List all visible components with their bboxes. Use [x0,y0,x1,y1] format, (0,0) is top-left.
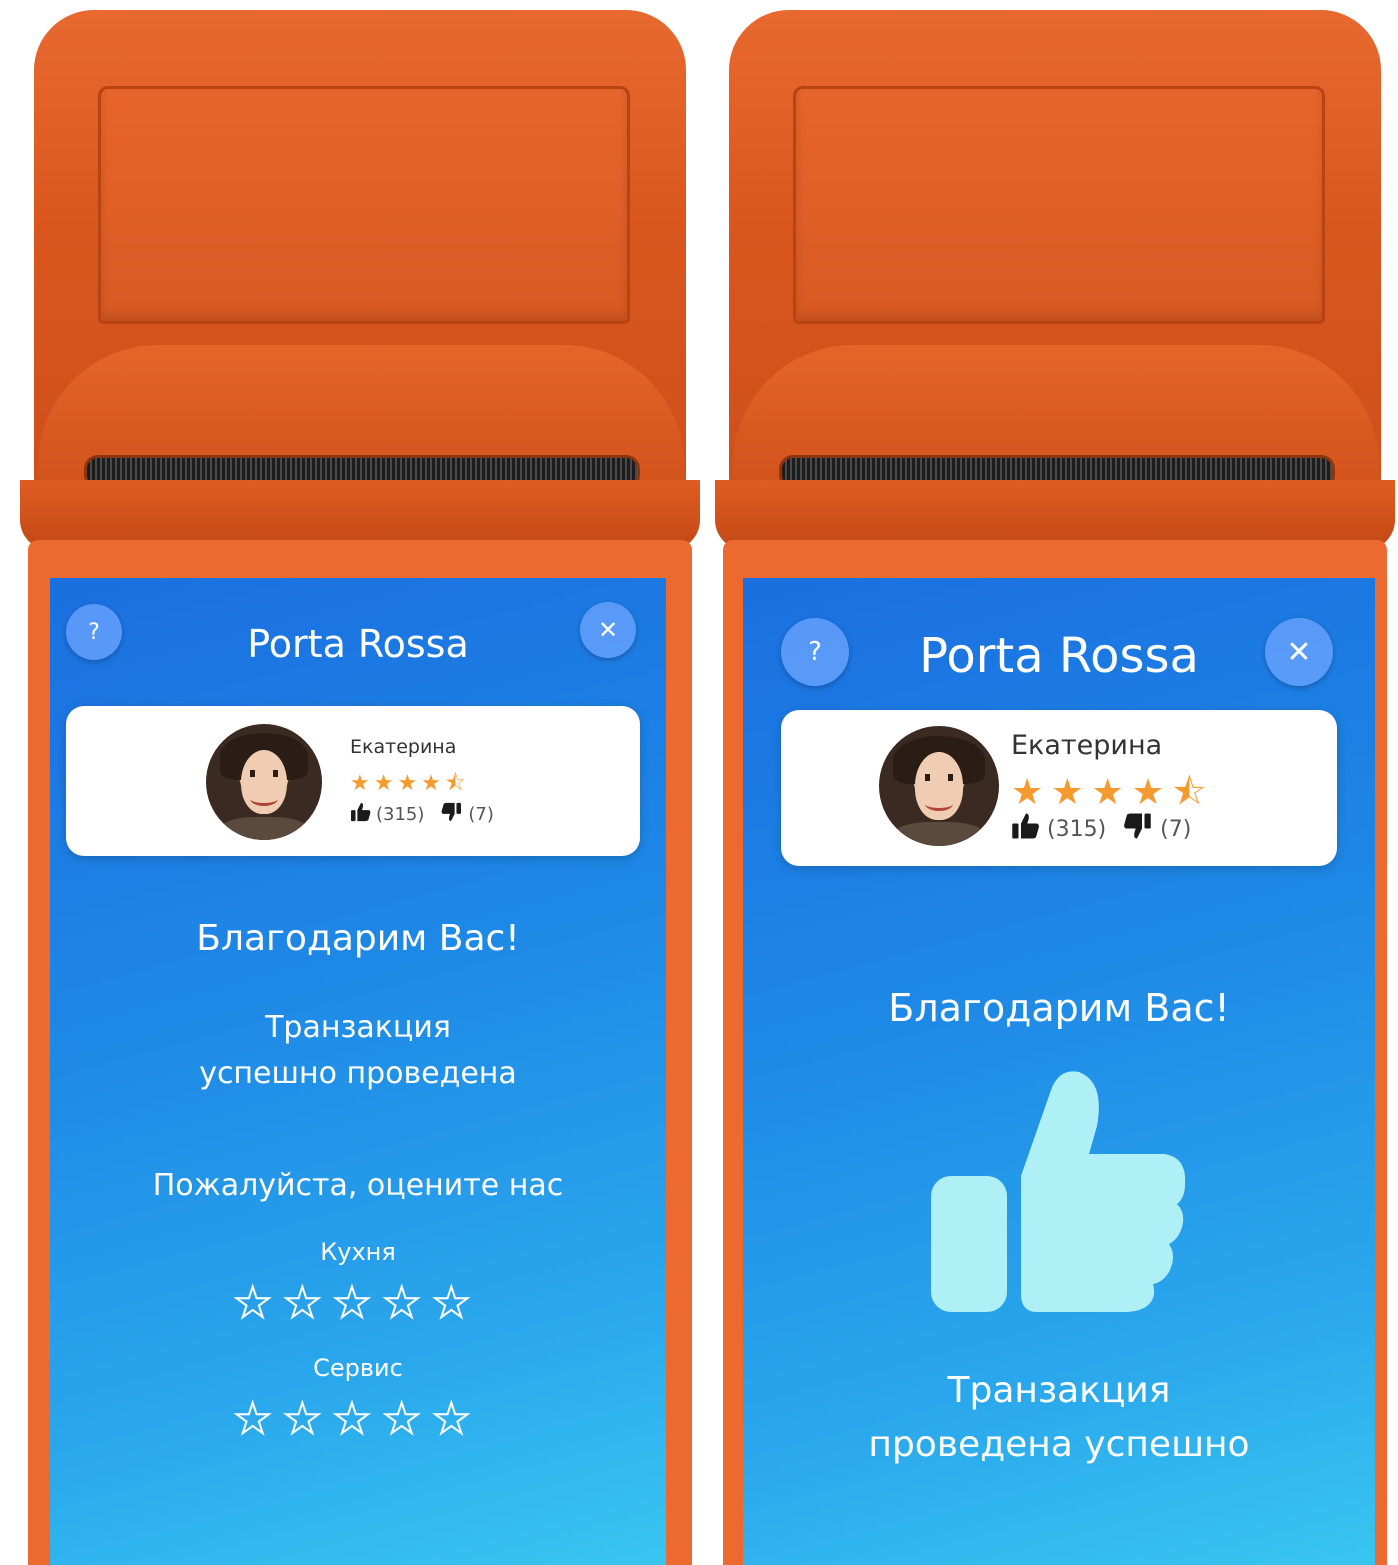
kitchen-rating-stars[interactable]: ★★★★★ [50,1277,666,1328]
thumbs-down-icon [1122,812,1152,846]
waiter-avatar [206,724,322,840]
star-outline-icon[interactable]: ★ [431,1277,482,1328]
waiter-votes: (315) (7) [1011,812,1191,846]
close-button[interactable]: ✕ [580,602,636,658]
thumbs-down-icon [440,802,462,827]
star-outline-icon[interactable]: ★ [382,1277,433,1328]
thumbs-up-large-icon [929,1068,1189,1318]
star-outline-icon[interactable]: ★ [382,1393,433,1444]
star-outline-icon[interactable]: ★ [332,1393,383,1444]
terminal-left: ? Porta Rossa ✕ Екатерина ★★★★⯪ (315) (7… [20,0,700,1565]
waiter-name: Екатерина [1011,730,1163,761]
terminal-right: ? Porta Rossa ✕ Екатерина ★★★★⯪ (315) (7… [715,0,1395,1565]
dislikes-count: (7) [468,804,494,825]
star-outline-icon[interactable]: ★ [431,1393,482,1444]
service-rating-stars[interactable]: ★★★★★ [50,1393,666,1444]
transaction-line-2: проведена успешно [868,1424,1250,1465]
thanks-message: Благодарим Вас! [196,918,520,959]
waiter-card: Екатерина ★★★★⯪ (315) (7) [781,710,1337,866]
screen-success: ? Porta Rossa ✕ Екатерина ★★★★⯪ (315) (7… [743,578,1375,1565]
transaction-line-1: Транзакция [947,1370,1171,1411]
waiter-rating-stars: ★★★★⯪ [350,771,470,796]
star-outline-icon[interactable]: ★ [283,1393,334,1444]
waiter-name: Екатерина [350,736,457,758]
star-outline-icon[interactable]: ★ [283,1277,334,1328]
star-outline-icon[interactable]: ★ [233,1277,284,1328]
dislikes-count: (7) [1160,816,1192,842]
close-button[interactable]: ✕ [1265,618,1333,686]
waiter-card: Екатерина ★★★★⯪ (315) (7) [66,706,640,856]
thumbs-up-icon [1011,812,1041,846]
close-icon: ✕ [597,616,619,644]
kitchen-label: Кухня [320,1238,396,1266]
star-outline-icon[interactable]: ★ [233,1393,284,1444]
likes-count: (315) [376,804,425,825]
screen-rating: ? Porta Rossa ✕ Екатерина ★★★★⯪ (315) (7… [50,578,666,1565]
printer-lid [98,86,630,324]
waiter-votes: (315) (7) [350,802,494,827]
likes-count: (315) [1047,816,1107,842]
transaction-line-1: Транзакция [265,1010,451,1045]
rate-prompt: Пожалуйста, оцените нас [152,1168,564,1203]
transaction-line-2: успешно проведена [199,1056,517,1091]
venue-title: Porta Rossa [247,622,469,666]
thumbs-up-icon [350,802,372,827]
printer-lid [793,86,1325,324]
close-icon: ✕ [1286,634,1312,670]
waiter-avatar [879,726,999,846]
thanks-message: Благодарим Вас! [888,986,1230,1030]
star-outline-icon[interactable]: ★ [332,1277,383,1328]
service-label: Сервис [313,1354,403,1382]
